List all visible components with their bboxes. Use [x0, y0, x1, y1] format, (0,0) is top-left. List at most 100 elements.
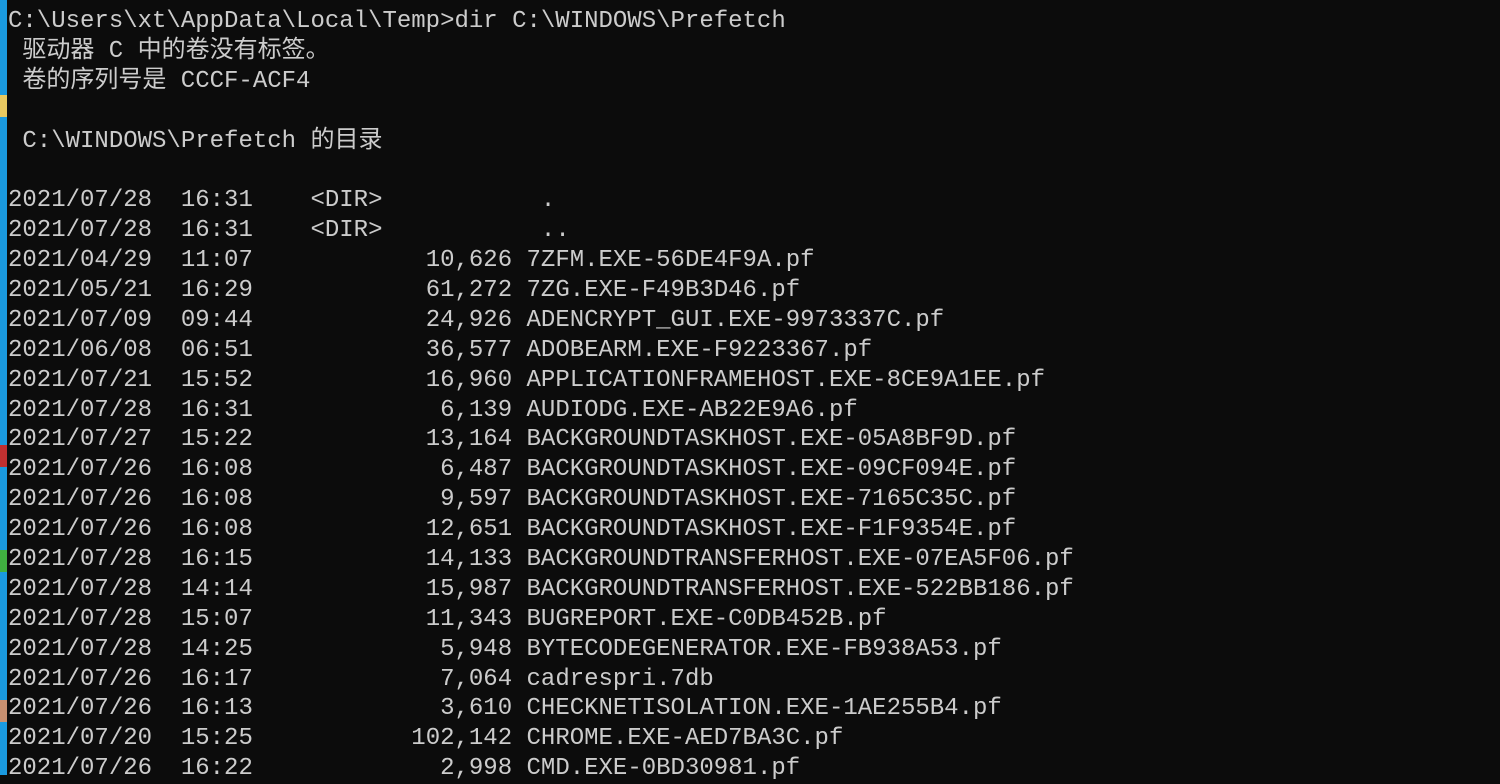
entry-time: 16:15	[152, 546, 253, 574]
directory-entry-row: 2021/07/09 09:44 24,926 ADENCRYPT_GUI.EX…	[8, 306, 1500, 336]
volume-serial-line: 卷的序列号是 CCCF-ACF4	[8, 67, 311, 95]
desktop-icon[interactable]	[0, 550, 7, 572]
entry-name: APPLICATIONFRAMEHOST.EXE-8CE9A1EE.pf	[512, 366, 1046, 394]
directory-header-line: C:\WINDOWS\Prefetch 的目录	[8, 127, 383, 155]
entry-name: ADENCRYPT_GUI.EXE-9973337C.pf	[512, 306, 945, 334]
entry-name: 7ZFM.EXE-56DE4F9A.pf	[512, 247, 815, 275]
directory-entry-row: 2021/07/28 16:31 <DIR> ..	[8, 216, 1500, 246]
directory-listing: 2021/07/28 16:31 <DIR> . 2021/07/28 16:31…	[8, 186, 1500, 784]
entry-dir-tag: <DIR>	[252, 187, 527, 215]
entry-name: BACKGROUNDTRANSFERHOST.EXE-522BB186.pf	[512, 575, 1074, 603]
entry-size: 15,987	[252, 575, 513, 603]
entry-time: 15:25	[152, 725, 253, 753]
entry-size: 9,597	[252, 486, 513, 514]
entry-name: CHROME.EXE-AED7BA3C.pf	[512, 725, 844, 753]
entry-time: 15:07	[152, 605, 253, 633]
volume-label-line: 驱动器 C 中的卷没有标签。	[8, 37, 330, 65]
entry-name: AUDIODG.EXE-AB22E9A6.pf	[512, 396, 858, 424]
entry-date: 2021/07/26	[8, 516, 153, 544]
entry-size: 61,272	[252, 277, 513, 305]
entry-time: 09:44	[152, 306, 253, 334]
command-prompt-line: C:\Users\xt\AppData\Local\Temp>dir C:\WI…	[8, 8, 786, 35]
entry-size: 3,610	[252, 695, 513, 723]
entry-date: 2021/07/26	[8, 755, 153, 783]
entry-name: BACKGROUNDTASKHOST.EXE-F1F9354E.pf	[512, 516, 1017, 544]
console-output[interactable]: C:\Users\xt\AppData\Local\Temp>dir C:\WI…	[8, 7, 1500, 782]
entry-dir-tag: <DIR>	[252, 217, 527, 245]
entry-size: 6,487	[252, 456, 513, 484]
entry-time: 11:07	[152, 247, 253, 275]
entry-size: 24,926	[252, 306, 513, 334]
entry-time: 16:13	[152, 695, 253, 723]
directory-entry-row: 2021/07/26 16:08 6,487 BACKGROUNDTASKHOS…	[8, 455, 1500, 485]
desktop-icon[interactable]	[0, 95, 7, 117]
entry-date: 2021/07/26	[8, 456, 153, 484]
directory-entry-row: 2021/07/28 16:31 6,139 AUDIODG.EXE-AB22E…	[8, 396, 1500, 426]
directory-entry-row: 2021/07/27 15:22 13,164 BACKGROUNDTASKHO…	[8, 425, 1500, 455]
entry-time: 16:31	[152, 396, 253, 424]
entry-date: 2021/07/26	[8, 486, 153, 514]
entry-size: 14,133	[252, 546, 513, 574]
desktop-icon[interactable]	[0, 700, 7, 722]
entry-time: 14:25	[152, 635, 253, 663]
directory-entry-row: 2021/07/26 16:13 3,610 CHECKNETISOLATION…	[8, 694, 1500, 724]
entry-size: 13,164	[252, 426, 513, 454]
entry-name: cadrespri.7db	[512, 665, 714, 693]
entry-time: 16:08	[152, 486, 253, 514]
entry-size: 6,139	[252, 396, 513, 424]
entry-date: 2021/07/26	[8, 665, 153, 693]
directory-entry-row: 2021/07/21 15:52 16,960 APPLICATIONFRAME…	[8, 366, 1500, 396]
entry-name: BACKGROUNDTRANSFERHOST.EXE-07EA5F06.pf	[512, 546, 1074, 574]
directory-entry-row: 2021/07/28 16:15 14,133 BACKGROUNDTRANSF…	[8, 545, 1500, 575]
entry-date: 2021/07/28	[8, 217, 153, 245]
entry-name: BACKGROUNDTASKHOST.EXE-09CF094E.pf	[512, 456, 1017, 484]
entry-time: 16:17	[152, 665, 253, 693]
entry-date: 2021/07/28	[8, 546, 153, 574]
entry-date: 2021/06/08	[8, 336, 153, 364]
entry-name: BACKGROUNDTASKHOST.EXE-7165C35C.pf	[512, 486, 1017, 514]
desktop-icon[interactable]	[0, 445, 7, 467]
entry-date: 2021/05/21	[8, 277, 153, 305]
entry-time: 16:29	[152, 277, 253, 305]
entry-date: 2021/07/28	[8, 396, 153, 424]
entry-size: 2,998	[252, 755, 513, 783]
entry-size: 10,626	[252, 247, 513, 275]
directory-entry-row: 2021/04/29 11:07 10,626 7ZFM.EXE-56DE4F9…	[8, 246, 1500, 276]
entry-date: 2021/07/27	[8, 426, 153, 454]
entry-size: 11,343	[252, 605, 513, 633]
entry-time: 15:52	[152, 366, 253, 394]
directory-entry-row: 2021/06/08 06:51 36,577 ADOBEARM.EXE-F92…	[8, 336, 1500, 366]
directory-entry-row: 2021/07/28 16:31 <DIR> .	[8, 186, 1500, 216]
entry-time: 14:14	[152, 575, 253, 603]
entry-name: ADOBEARM.EXE-F9223367.pf	[512, 336, 873, 364]
entry-date: 2021/07/09	[8, 306, 153, 334]
entry-name: ..	[526, 217, 570, 245]
entry-name: BUGREPORT.EXE-C0DB452B.pf	[512, 605, 887, 633]
entry-name: .	[526, 187, 556, 215]
entry-date: 2021/07/28	[8, 635, 153, 663]
entry-time: 16:22	[152, 755, 253, 783]
entry-name: CMD.EXE-0BD30981.pf	[512, 755, 801, 783]
entry-name: BACKGROUNDTASKHOST.EXE-05A8BF9D.pf	[512, 426, 1017, 454]
directory-entry-row: 2021/07/26 16:22 2,998 CMD.EXE-0BD30981.…	[8, 754, 1500, 784]
entry-time: 16:08	[152, 456, 253, 484]
entry-date: 2021/04/29	[8, 247, 153, 275]
desktop-background-strip	[0, 0, 7, 775]
entry-size: 7,064	[252, 665, 513, 693]
entry-size: 16,960	[252, 366, 513, 394]
entry-size: 5,948	[252, 635, 513, 663]
entry-size: 12,651	[252, 516, 513, 544]
entry-date: 2021/07/20	[8, 725, 153, 753]
entry-size: 102,142	[252, 725, 513, 753]
directory-entry-row: 2021/07/26 16:08 9,597 BACKGROUNDTASKHOS…	[8, 485, 1500, 515]
entry-time: 16:31	[152, 217, 253, 245]
directory-entry-row: 2021/07/28 15:07 11,343 BUGREPORT.EXE-C0…	[8, 605, 1500, 635]
entry-name: BYTECODEGENERATOR.EXE-FB938A53.pf	[512, 635, 1002, 663]
entry-date: 2021/07/21	[8, 366, 153, 394]
entry-time: 15:22	[152, 426, 253, 454]
entry-date: 2021/07/28	[8, 187, 153, 215]
entry-time: 16:31	[152, 187, 253, 215]
entry-size: 36,577	[252, 336, 513, 364]
